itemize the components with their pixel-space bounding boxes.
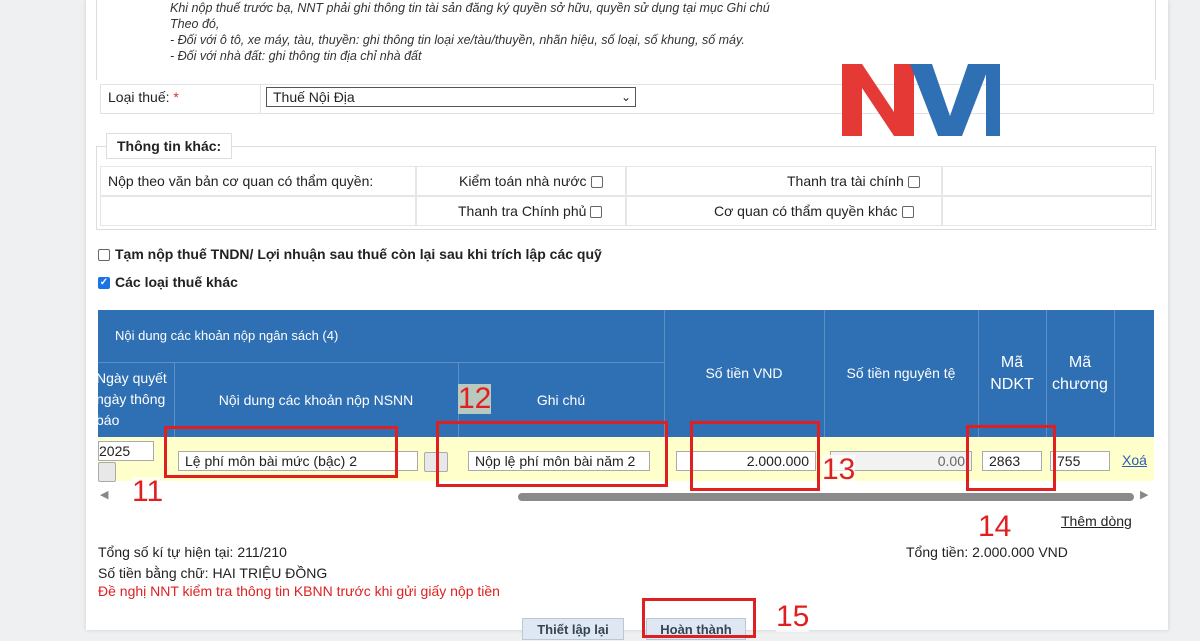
tax-type-label-wrap: Loại thuế: *	[108, 89, 179, 105]
other-taxes-label: Các loại thuế khác	[115, 274, 238, 290]
amount-vnd-header: Số tiền VND	[705, 365, 783, 381]
option-label: Cơ quan có thẩm quyền khác	[714, 203, 898, 219]
tax-type-selected: Thuế Nội Địa	[273, 89, 355, 105]
note-line-4: - Đối với nhà đất: ghi thông tin địa chỉ…	[170, 49, 422, 63]
scrollbar-thumb[interactable]	[518, 493, 1134, 501]
tndn-label: Tạm nộp thuế TNDN/ Lợi nhuận sau thuế cò…	[115, 246, 602, 262]
date-input[interactable]: 2025	[98, 441, 154, 461]
group-header: Nội dung các khoản nộp ngân sách (4)	[115, 328, 339, 343]
option-label: Thanh tra Chính phủ	[458, 203, 587, 219]
annotation-number: 12	[458, 382, 492, 415]
other-info-cell	[100, 196, 416, 226]
annotation-number: 13	[822, 453, 856, 486]
other-info-cell	[942, 166, 1152, 196]
annotation-box-content	[164, 426, 398, 478]
option-label: Kiểm toán nhà nước	[459, 173, 587, 189]
char-count: Tổng số kí tự hiện tại: 211/210	[98, 544, 287, 560]
note-line-3: - Đối với ô tô, xe máy, tàu, thuyền: ghi…	[170, 33, 745, 47]
scroll-right-icon[interactable]: ▶	[1140, 488, 1148, 501]
option-gov-inspection: Thanh tra Chính phủ	[458, 203, 603, 219]
annotation-number: 15	[776, 600, 810, 633]
annotation-number: 14	[978, 510, 1012, 543]
chapter-input[interactable]: 755	[1050, 451, 1110, 471]
amount-fc-header: Số tiền nguyên tệ	[846, 365, 956, 381]
date-picker-button[interactable]	[98, 462, 116, 482]
option-other-authority: Cơ quan có thẩm quyền khác	[714, 203, 914, 219]
tndn-checkbox[interactable]	[98, 249, 110, 262]
tndn-option: Tạm nộp thuế TNDN/ Lợi nhuận sau thuế cò…	[98, 246, 602, 262]
warning-text: Đề nghị NNT kiểm tra thông tin KBNN trướ…	[98, 583, 500, 599]
header-divider	[98, 362, 664, 363]
content-column-header: Nội dung các khoản nộp NSNN	[218, 392, 414, 408]
option-state-audit: Kiểm toán nhà nước	[459, 173, 603, 189]
logo-i-shape	[986, 64, 1000, 136]
note-line-1: Khi nộp thuế trước bạ, NNT phải ghi thôn…	[170, 1, 770, 15]
note-line-2: Theo đó,	[170, 17, 220, 31]
annotation-box-note	[436, 421, 668, 487]
option-finance-inspection: Thanh tra tài chính	[787, 173, 920, 189]
chapter-header: Mã chương	[1052, 354, 1108, 393]
annotation-box-amount	[690, 421, 820, 491]
other-info-legend: Thông tin khác:	[106, 133, 233, 159]
annotation-box-ndkt	[966, 425, 1056, 491]
add-row-link[interactable]: Thêm dòng	[1061, 513, 1132, 529]
instruction-notes: Khi nộp thuế trước bạ, NNT phải ghi thôn…	[170, 0, 770, 64]
scroll-left-icon[interactable]: ◀	[100, 488, 108, 501]
other-taxes-option: ✓ Các loại thuế khác	[98, 274, 238, 290]
nvi-logo	[842, 64, 1000, 136]
annotation-number: 11	[132, 475, 164, 508]
other-info-cell	[942, 196, 1152, 226]
tax-type-divider	[260, 84, 261, 114]
tax-type-select[interactable]: Thuế Nội Địa ⌄	[266, 87, 636, 107]
gov-inspection-checkbox[interactable]	[590, 206, 603, 219]
date-column-header: Ngày quyết ngày thông báo	[96, 370, 167, 428]
other-authority-checkbox[interactable]	[901, 206, 914, 219]
ndkt-header: Mã NDKT	[990, 354, 1034, 393]
total-amount: Tổng tiền: 2.000.000 VND	[906, 544, 1068, 560]
logo-n-shape	[842, 64, 914, 136]
tax-type-label: Loại thuế:	[108, 89, 170, 105]
required-mark: *	[173, 89, 179, 105]
amount-in-words: Số tiền bằng chữ: HAI TRIỆU ĐỒNG	[98, 565, 328, 581]
option-label: Thanh tra tài chính	[787, 173, 904, 189]
submit-by-doc-label: Nộp theo văn bản cơ quan có thẩm quyền:	[108, 173, 374, 189]
header-divider	[1114, 310, 1115, 437]
annotation-box-complete	[642, 598, 756, 638]
reset-button[interactable]: Thiết lập lại	[522, 618, 624, 640]
finance-inspection-checkbox[interactable]	[907, 176, 920, 189]
chevron-down-icon: ⌄	[620, 90, 631, 104]
logo-v-shape	[910, 64, 990, 136]
delete-row-link[interactable]: Xoá	[1122, 452, 1147, 468]
state-audit-checkbox[interactable]	[590, 176, 603, 189]
other-taxes-checkbox[interactable]: ✓	[98, 277, 110, 290]
